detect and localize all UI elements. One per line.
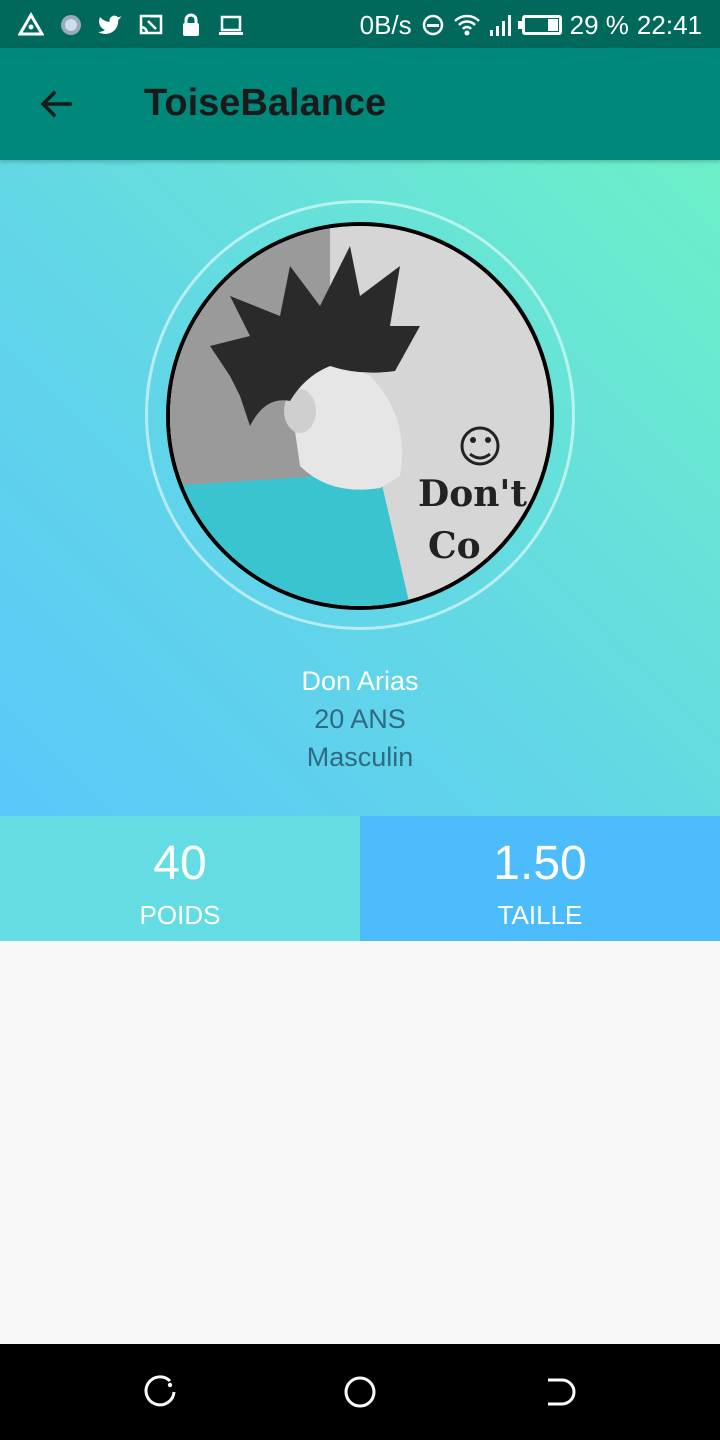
weight-label: POIDS	[139, 900, 221, 930]
battery-icon	[517, 15, 562, 35]
clock: 22:41	[636, 9, 702, 40]
cast-icon	[139, 14, 163, 35]
photo-text-2: Co	[428, 525, 481, 567]
app-bar: ToiseBalance	[0, 48, 720, 160]
profile-age: 20 ANS	[314, 704, 406, 734]
twitter-icon	[98, 15, 122, 34]
nav-back-icon[interactable]	[540, 1372, 580, 1412]
recent-apps-icon[interactable]	[140, 1372, 180, 1412]
notification-icons	[18, 10, 244, 40]
do-not-disturb-icon	[422, 14, 443, 36]
profile-name: Don Arias	[301, 666, 419, 696]
photo-text-1: Don't	[418, 473, 527, 515]
profile-photo: Don't Co	[170, 226, 550, 606]
battery-percent: 29 %	[569, 9, 629, 40]
app-title: ToiseBalance	[144, 82, 387, 124]
status-right: 0B/s 29 % 22:41	[360, 10, 702, 40]
status-bar: 0B/s 29 % 22:41	[0, 0, 720, 48]
dot-icon	[61, 15, 81, 35]
profile-gender: Masculin	[306, 742, 414, 772]
height-value: 1.50	[493, 837, 587, 890]
arrow-back-icon	[40, 90, 72, 118]
triangle-icon	[18, 12, 44, 36]
avatar[interactable]: Don't Co	[166, 222, 554, 610]
height-label: TAILLE	[497, 900, 583, 930]
back-button[interactable]	[22, 70, 90, 138]
wifi-icon	[453, 14, 480, 36]
home-icon[interactable]	[340, 1372, 380, 1412]
net-speed: 0B/s	[359, 9, 412, 40]
laptop-icon	[219, 15, 243, 35]
signal-icon	[489, 15, 511, 36]
navigation-bar	[0, 1344, 720, 1440]
weight-stat[interactable]: 40 POIDS	[0, 816, 360, 941]
height-stat[interactable]: 1.50 TAILLE	[360, 816, 720, 941]
lock-icon	[183, 13, 199, 36]
weight-value: 40	[153, 837, 207, 890]
